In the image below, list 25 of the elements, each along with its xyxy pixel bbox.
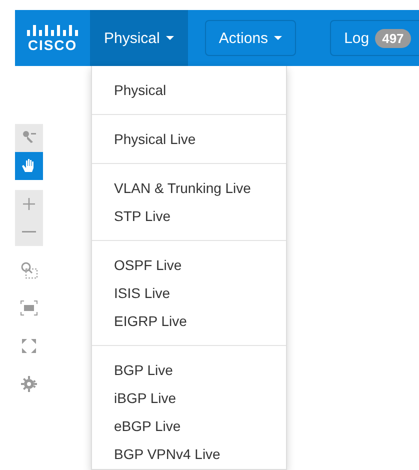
pointer-icon [21, 130, 37, 146]
nav-tab[interactable]: Log 497 [330, 20, 419, 56]
menu-item[interactable]: BGP Live [92, 356, 286, 384]
menu-item[interactable]: OSPF Live [92, 251, 286, 279]
menu-item[interactable]: Physical [92, 76, 286, 104]
menu-item[interactable]: iBGP Live [92, 384, 286, 412]
pan-tool-button[interactable] [15, 152, 43, 180]
logo-bars-icon [27, 24, 78, 36]
menu-item[interactable]: Physical Live [92, 125, 286, 153]
zoom-region-icon [20, 261, 38, 279]
menu-item[interactable]: ISIS Live [92, 279, 286, 307]
menu-item[interactable]: STP Live [92, 202, 286, 230]
settings-icon [21, 376, 37, 392]
expand-icon [21, 338, 37, 354]
nav-tab[interactable]: Actions [204, 20, 296, 56]
minus-icon [22, 231, 36, 233]
menu-item[interactable]: eBGP Live [92, 412, 286, 440]
fit-screen-icon [20, 300, 38, 316]
count-badge: 497 [375, 28, 411, 48]
menu-item[interactable]: VLAN & Trunking Live [92, 174, 286, 202]
menu-item[interactable]: BGP VPNv4 Live [92, 440, 286, 468]
plus-icon [21, 196, 37, 212]
logo-text: CISCO [28, 38, 78, 52]
menu-item[interactable]: EIGRP Live [92, 307, 286, 335]
nav-tab[interactable]: Physical [90, 10, 188, 66]
